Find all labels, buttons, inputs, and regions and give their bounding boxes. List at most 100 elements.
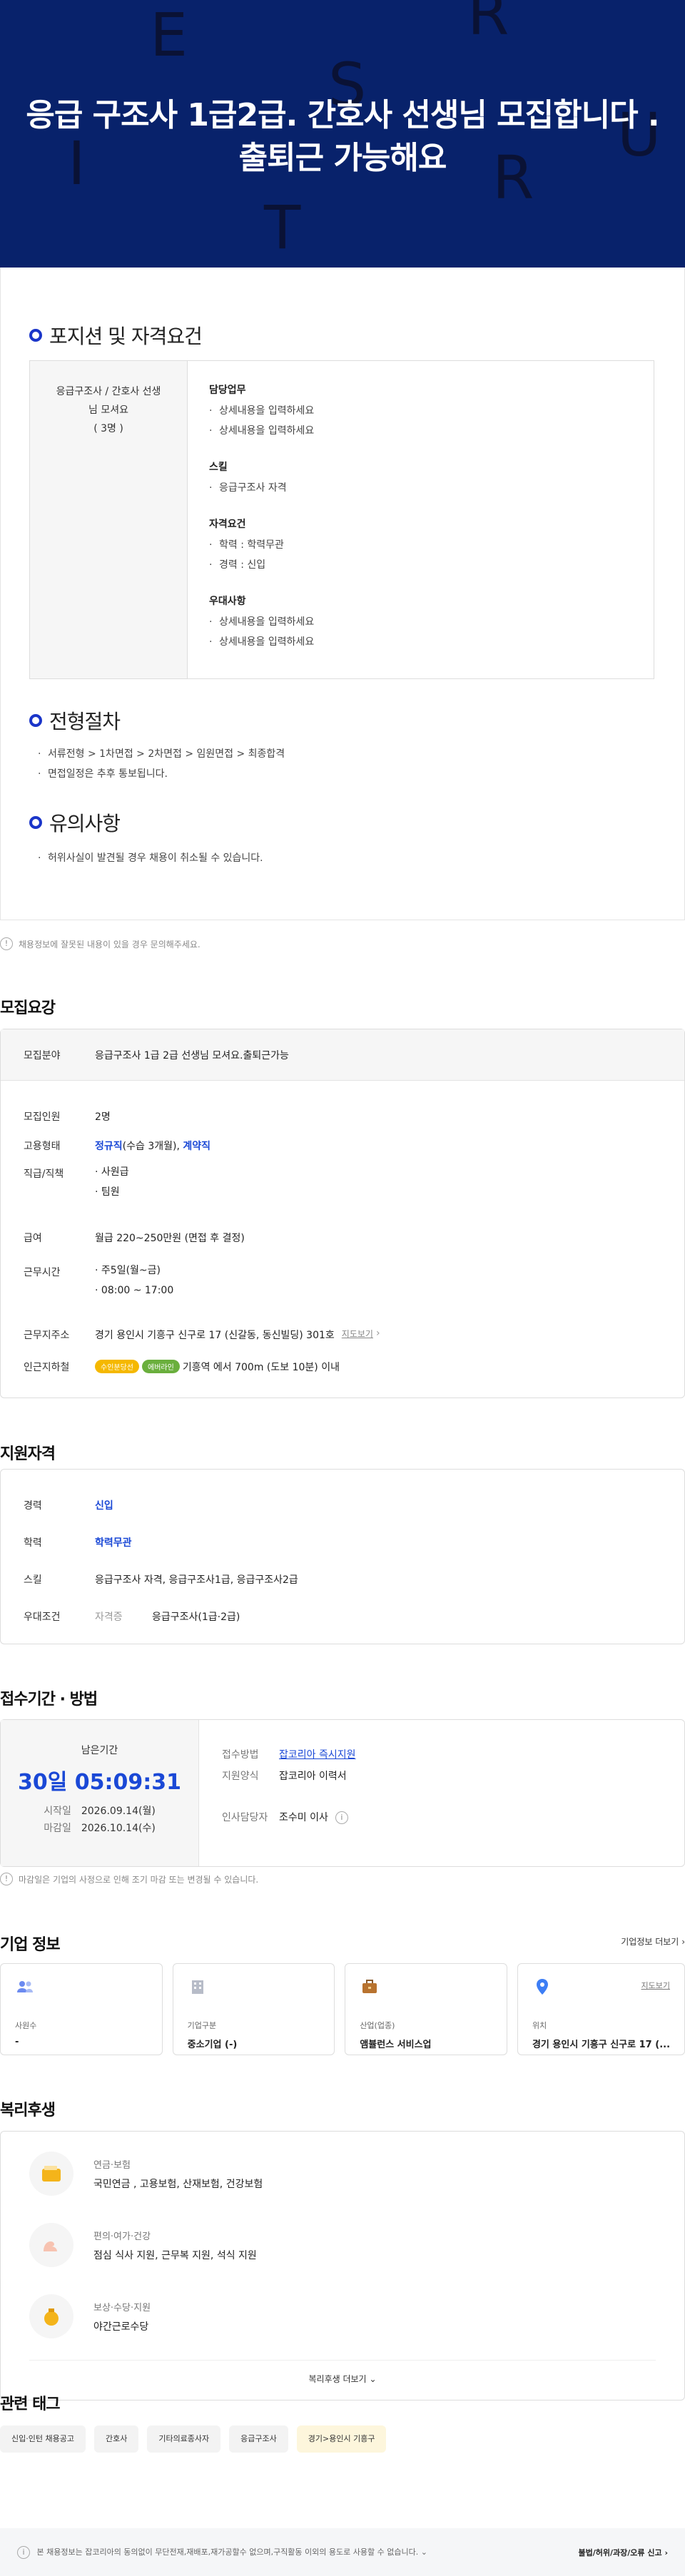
company-card-employees: 사원수 - bbox=[0, 1963, 163, 2055]
briefcase-icon bbox=[362, 1980, 377, 1993]
info-icon: i bbox=[17, 2545, 30, 2559]
preference-row: 우대조건 자격증 응급구조사(1급·2급) bbox=[24, 1609, 240, 1624]
card-label: 기업구분 bbox=[187, 2021, 217, 2030]
tag-list: 신입·인턴 채용공고 간호사 기타의료종사자 응급구조사 경기>용인시 기흥구 bbox=[0, 2425, 387, 2453]
report-link-text: 불법/허위/과장/오류 신고 bbox=[578, 2547, 662, 2557]
position-count: ( 3명 ) bbox=[93, 423, 123, 434]
method-row: 접수방법 잡코리아 즉시지원 bbox=[222, 1744, 684, 1766]
caution-heading: 유의사항 bbox=[29, 808, 121, 837]
process-heading: 전형절차 bbox=[29, 706, 121, 735]
remain-label: 남은기간 bbox=[81, 1745, 118, 1756]
group-item: 상세내용을 입력하세요 bbox=[209, 421, 314, 441]
skill-row: 스킬 응급구조사 자격, 응급구조사1급, 응급구조사2급 bbox=[24, 1572, 298, 1587]
apply-method-panel: 접수방법 잡코리아 즉시지원 지원양식 잡코리아 이력서 인사담당자 조수미 이… bbox=[199, 1720, 684, 1866]
report-notice[interactable]: ! 채용정보에 잘못된 내용이 있을 경우 문의해주세요. bbox=[0, 937, 201, 950]
info-icon[interactable]: i bbox=[335, 1811, 348, 1824]
tag-chip[interactable]: 신입·인턴 채용공고 bbox=[0, 2425, 86, 2453]
start-label: 시작일 bbox=[44, 1806, 71, 1817]
headcount-row: 모집인원 2명 bbox=[24, 1109, 111, 1124]
rank-value: 사원급 bbox=[101, 1166, 129, 1178]
apply-box: 남은기간 30일 05:09:31 시작일 2026.09.14(월) 마감일 20… bbox=[0, 1719, 685, 1867]
group-title: 스킬 bbox=[209, 462, 228, 473]
row-value: 응급구조사 1급 2급 선생님 모셔요.출퇴근가능 bbox=[95, 1049, 289, 1062]
tag-chip[interactable]: 응급구조사 bbox=[229, 2425, 288, 2453]
position-title-cell: 응급구조사 / 간호사 선생 님 모셔요 ( 3명 ) bbox=[30, 361, 188, 678]
tag-chip[interactable]: 간호사 bbox=[93, 2425, 139, 2453]
type-regular: 정규직 bbox=[95, 1141, 123, 1152]
address-row: 근무지주소 경기 용인시 기흥구 신구로 17 (신갈동, 동신빌딩) 301호… bbox=[24, 1328, 380, 1342]
hero-title-line2: 출퇴근 가능해요 bbox=[238, 140, 447, 176]
employment-type-row: 고용형태 정규직(수습 3개월), 계약직 bbox=[24, 1139, 210, 1153]
position-detail-cell: 담당업무 상세내용을 입력하세요 상세내용을 입력하세요 스킬 응급구조사 자격… bbox=[188, 361, 314, 678]
chevron-down-icon[interactable]: ⌄ bbox=[421, 2547, 427, 2557]
group-title: 자격요건 bbox=[209, 519, 246, 530]
map-link[interactable]: 지도보기 bbox=[641, 1980, 670, 1991]
deadline-notice-text: 마감일은 기업의 사정으로 인해 조기 마감 또는 변경될 수 있습니다. bbox=[19, 1874, 259, 1885]
position-title-line1: 응급구조사 / 간호사 선생 bbox=[56, 386, 161, 397]
card-label: 위치 bbox=[532, 2021, 547, 2030]
manager-row: 인사담당자 조수미 이사 i bbox=[222, 1807, 684, 1828]
row-label: 우대조건 bbox=[24, 1612, 61, 1623]
chevron-down-icon: ⌄ bbox=[369, 2374, 377, 2384]
position-title-line2: 님 모셔요 bbox=[88, 404, 128, 416]
hero-title-line1: 응급 구조사 1급2급. 간호사 선생님 모집합니다 . bbox=[26, 97, 659, 133]
map-link[interactable]: 지도보기 bbox=[342, 1328, 373, 1340]
company-more-link[interactable]: 기업정보 더보기 › bbox=[621, 1935, 685, 1948]
welfare-more-button[interactable]: 복리후생 더보기 ⌄ bbox=[1, 2373, 684, 2385]
wallet-icon bbox=[29, 2152, 73, 2196]
footer-notice-text: 본 채용정보는 잡코리아의 동의없이 무단전재,재배포,재가공할수 없으며,구직… bbox=[36, 2547, 419, 2557]
hours-row: 근무시간 · 주5일(월~금) · 08:00 ~ 17:00 bbox=[24, 1265, 173, 1300]
type-contract: 계약직 bbox=[183, 1141, 210, 1152]
card-value: 경기 용인시 기흥구 신구로 17 (... bbox=[532, 2040, 671, 2050]
row-value: 정규직(수습 3개월), 계약직 bbox=[95, 1139, 210, 1153]
hero-banner: E R S U I R T O 응급 구조사 1급2급. 간호사 선생님 모집합… bbox=[0, 0, 685, 268]
company-card-location: 지도보기 위치 경기 용인시 기흥구 신구로 17 (... bbox=[517, 1963, 685, 2055]
row-label: 모집분야 bbox=[24, 1049, 61, 1062]
welfare-more-text: 복리후생 더보기 bbox=[308, 2374, 367, 2384]
hours-value: 주5일(월~금) bbox=[101, 1265, 161, 1276]
row-label: 학력 bbox=[24, 1537, 42, 1549]
tag-chip[interactable]: 경기>용인시 기흥구 bbox=[296, 2425, 387, 2453]
hero-deco-letter: E bbox=[150, 0, 188, 70]
apply-now-link[interactable]: 잡코리아 즉시지원 bbox=[279, 1744, 356, 1766]
chevron-right-icon: › bbox=[681, 1937, 685, 1947]
tag-chip[interactable]: 기타의료종사자 bbox=[147, 2425, 221, 2453]
process-line: 서류전형 > 1차면접 > 2차면접 > 임원면접 > 최종합격 bbox=[38, 744, 285, 764]
caution-line: 허위사실이 발견될 경우 채용이 취소될 수 있습니다. bbox=[38, 848, 263, 868]
requirements-title: 모집요강 bbox=[0, 999, 56, 1017]
apply-title: 접수기간 · 방법 bbox=[0, 1691, 98, 1709]
qualification-group: 자격요건 학력 : 학력무관 경력 : 신입 bbox=[209, 516, 314, 575]
bullet-circle-icon bbox=[29, 816, 42, 829]
bullet-circle-icon bbox=[29, 329, 42, 342]
row-label: 모집인원 bbox=[24, 1111, 61, 1123]
welfare-box: 연금·보험 국민연금 , 고용보험, 산재보험, 건강보험 편의·여가·건강 점… bbox=[0, 2131, 685, 2401]
job-posting-page: E R S U I R T O 응급 구조사 1급2급. 간호사 선생님 모집합… bbox=[0, 0, 685, 2576]
position-heading-text: 포지션 및 자격요건 bbox=[49, 325, 203, 348]
group-item: 응급구조사 자격 bbox=[209, 478, 314, 498]
row-value: 잡코리아 이력서 bbox=[279, 1771, 347, 1782]
row-label: 인사담당자 bbox=[222, 1812, 268, 1823]
welfare-text: 점심 식사 지원, 근무복 지원, 석식 지원 bbox=[93, 2249, 257, 2261]
row-label: 지원양식 bbox=[222, 1771, 259, 1782]
subway-row: 인근지하철 수인분당선 에버라인 기흥역 에서 700m (도보 10분) 이내 bbox=[24, 1360, 340, 1374]
row-value: 응급구조사(1급·2급) bbox=[152, 1612, 240, 1623]
job-description: 포지션 및 자격요건 응급구조사 / 간호사 선생 님 모셔요 ( 3명 ) 담… bbox=[0, 268, 685, 920]
footer-notice-bar: i 본 채용정보는 잡코리아의 동의없이 무단전재,재배포,재가공할수 없으며,… bbox=[0, 2528, 685, 2576]
hero-deco-letter: T bbox=[264, 193, 301, 263]
report-notice-text: 채용정보에 잘못된 내용이 있을 경우 문의해주세요. bbox=[19, 939, 201, 950]
footer-notice: i 본 채용정보는 잡코리아의 동의없이 무단전재,재배포,재가공할수 없으며,… bbox=[17, 2545, 427, 2559]
row-label: 직급/직책 bbox=[24, 1169, 64, 1180]
bullet-circle-icon bbox=[29, 714, 42, 727]
welfare-text: 야간근로수당 bbox=[93, 2321, 149, 2333]
welfare-item: 연금·보험 국민연금 , 고용보험, 산재보험, 건강보험 bbox=[29, 2152, 263, 2196]
group-item: 상세내용을 입력하세요 bbox=[209, 632, 314, 652]
end-label: 마감일 bbox=[44, 1823, 71, 1834]
start-date: 2026.09.14(월) bbox=[81, 1806, 156, 1817]
subway-line-chip: 수인분당선 bbox=[95, 1360, 139, 1373]
row-value: 2명 bbox=[95, 1111, 111, 1123]
row-label: 근무시간 bbox=[24, 1267, 61, 1278]
group-title: 우대사항 bbox=[209, 596, 246, 607]
report-link[interactable]: 불법/허위/과장/오류 신고 › bbox=[579, 2547, 668, 2558]
tags-title: 관련 태그 bbox=[0, 2396, 61, 2413]
countdown-timer: 30일 05:09:31 bbox=[17, 1770, 182, 1795]
